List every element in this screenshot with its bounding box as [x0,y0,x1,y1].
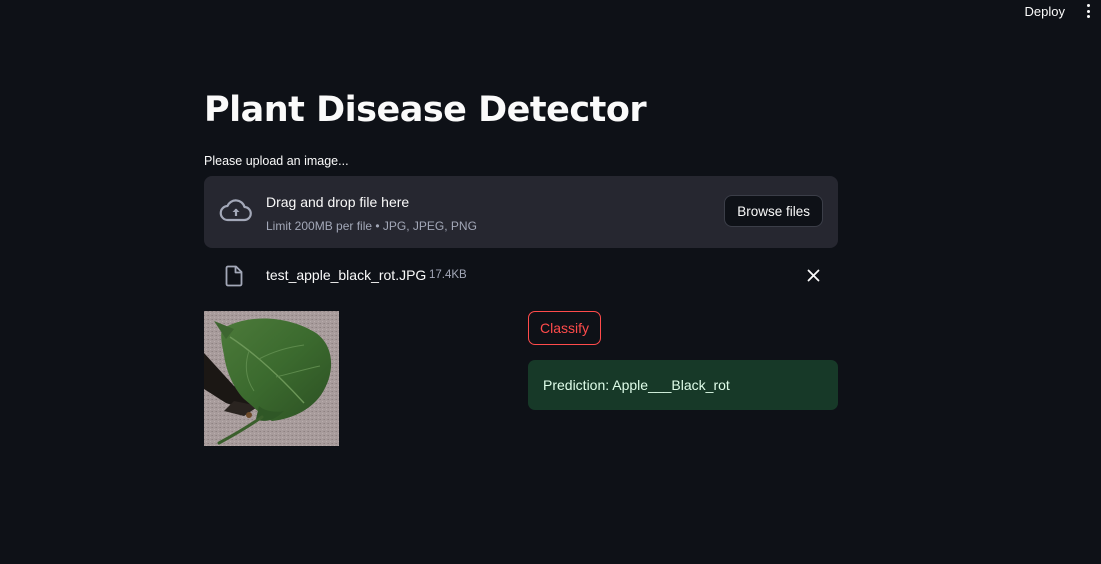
browse-files-button[interactable]: Browse files [724,195,823,227]
classify-button[interactable]: Classify [528,311,602,345]
app-page: Deploy Plant Disease Detector Please upl… [0,0,1101,564]
uploaded-file-row: test_apple_black_rot.JPG 17.4KB [204,262,838,290]
file-dropzone[interactable]: Drag and drop file here Limit 200MB per … [204,176,838,248]
uploaded-leaf-image [204,311,339,446]
more-vertical-icon[interactable] [1083,4,1093,18]
file-icon [225,265,243,292]
upload-label: Please upload an image... [204,154,349,168]
prediction-result: Prediction: Apple___Black_rot [528,360,838,410]
dropzone-title: Drag and drop file here [266,194,410,210]
close-icon[interactable] [807,269,820,287]
file-size: 17.4KB [429,269,467,281]
file-name: test_apple_black_rot.JPG [266,267,427,283]
dropzone-limit-text: Limit 200MB per file • JPG, JPEG, PNG [266,219,477,233]
top-toolbar: Deploy [1025,0,1101,20]
cloud-upload-icon [219,198,252,229]
deploy-button[interactable]: Deploy [1025,4,1065,19]
page-title: Plant Disease Detector [204,90,647,130]
